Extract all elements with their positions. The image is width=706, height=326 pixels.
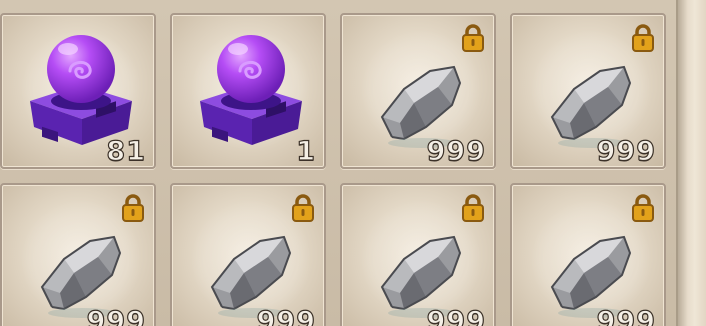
- lock-icon: [632, 194, 654, 222]
- item-count: 1: [296, 135, 316, 167]
- inventory-slot-7[interactable]: 999: [340, 183, 496, 326]
- lock-icon: [462, 24, 484, 52]
- inventory-scrollbar[interactable]: [676, 0, 706, 326]
- lock-icon: [462, 194, 484, 222]
- item-count: 999: [426, 305, 486, 326]
- inventory-slot-3[interactable]: 999: [340, 13, 496, 169]
- item-count: 999: [596, 135, 656, 167]
- inventory-grid: 81 1 999 999 999 999 999 999: [0, 0, 706, 326]
- item-count: 81: [106, 135, 146, 167]
- lock-icon: [122, 194, 144, 222]
- lock-icon: [292, 194, 314, 222]
- inventory-slot-1[interactable]: 81: [0, 13, 156, 169]
- item-count: 999: [596, 305, 656, 326]
- inventory-slot-6[interactable]: 999: [170, 183, 326, 326]
- lock-icon: [632, 24, 654, 52]
- item-count: 999: [426, 135, 486, 167]
- item-count: 999: [86, 305, 146, 326]
- inventory-slot-5[interactable]: 999: [0, 183, 156, 326]
- item-count: 999: [256, 305, 316, 326]
- inventory-slot-4[interactable]: 999: [510, 13, 666, 169]
- inventory-slot-2[interactable]: 1: [170, 13, 326, 169]
- inventory-slot-8[interactable]: 999: [510, 183, 666, 326]
